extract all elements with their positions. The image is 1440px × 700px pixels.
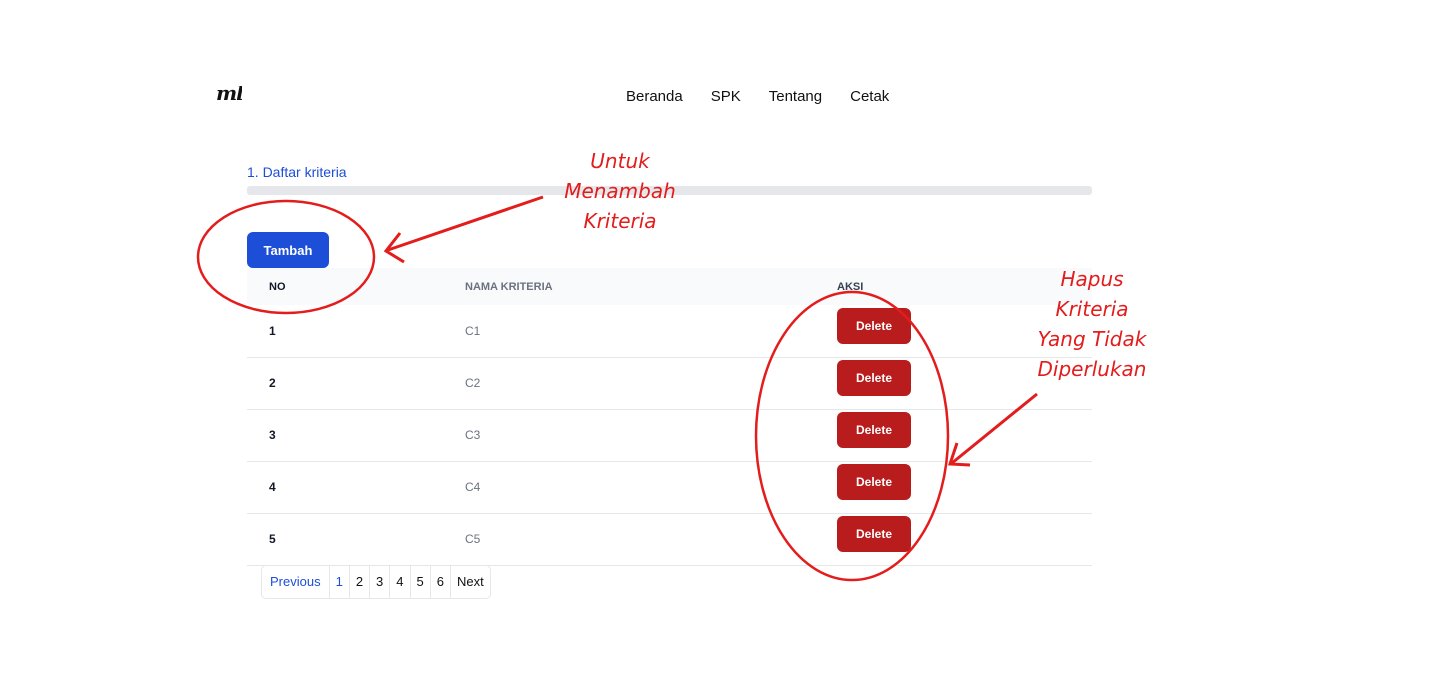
annotation-line: Untuk	[590, 149, 650, 173]
annotation-line: Diperlukan	[1037, 357, 1147, 381]
annotation-line: Kriteria	[583, 209, 657, 233]
annotation-delete: Hapus Kriteria Yang Tidak Diperlukan	[1012, 264, 1172, 384]
arrow-to-delete-icon	[947, 392, 1038, 467]
annotation-add: Untuk Menambah Kriteria	[540, 146, 700, 236]
arrow-to-add-icon	[383, 195, 544, 264]
add-highlight-circle	[196, 199, 376, 315]
annotation-line: Kriteria	[1055, 297, 1129, 321]
annotation-line: Yang Tidak	[1037, 327, 1147, 351]
annotation-line: Hapus	[1060, 267, 1124, 291]
delete-highlight-circle	[754, 290, 950, 582]
annotation-overlay	[196, 195, 1038, 582]
annotation-line: Menambah	[564, 179, 676, 203]
